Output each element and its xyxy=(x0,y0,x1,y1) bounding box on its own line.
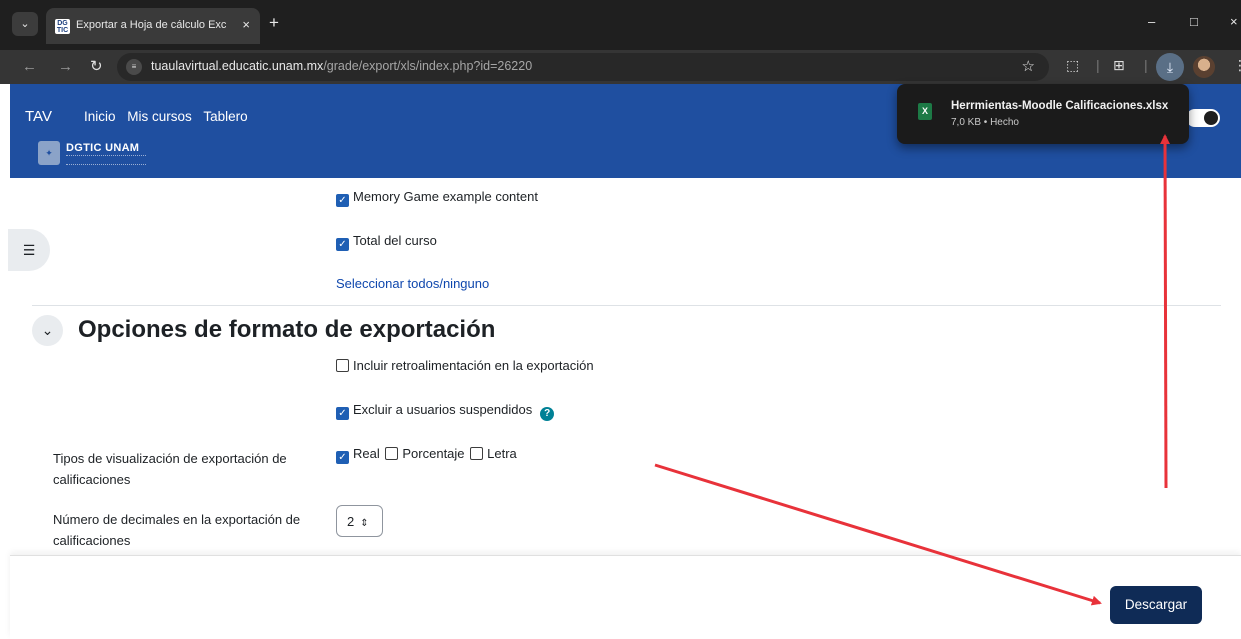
help-icon[interactable]: ? xyxy=(540,407,555,421)
excel-file-icon: X xyxy=(918,103,932,120)
back-icon[interactable]: ← xyxy=(22,58,37,75)
course-index-icon[interactable]: ☰ xyxy=(8,229,50,271)
logo-subtitle xyxy=(66,155,146,165)
extensions-icon[interactable]: ⬚ xyxy=(1066,57,1079,74)
nav-mis-cursos[interactable]: Mis cursos xyxy=(127,109,192,124)
exclude-suspended-label: Excluir a usuarios suspendidos xyxy=(353,402,533,417)
section-title: Opciones de formato de exportación xyxy=(78,316,496,343)
url-domain: tuaulavirtual.educatic.unam.mx xyxy=(151,59,324,73)
download-file-name[interactable]: Herrmientas-Moodle Calificaciones.xlsx xyxy=(951,100,1168,112)
download-bubble[interactable]: X Herrmientas-Moodle Calificaciones.xlsx… xyxy=(897,84,1189,144)
toolbar-separator: | xyxy=(1144,57,1148,73)
checkbox-unchecked-icon[interactable] xyxy=(336,359,349,372)
tab-title: Exportar a Hoja de cálculo Excel xyxy=(76,19,226,31)
minimize-button[interactable]: – xyxy=(1148,14,1155,29)
checkbox-checked-icon[interactable]: ✓ xyxy=(336,407,349,420)
select-all-none-link[interactable]: Seleccionar todos/ninguno xyxy=(336,276,489,291)
edit-mode-toggle[interactable] xyxy=(1186,109,1220,127)
item-checkbox[interactable]: ✓ Total del curso xyxy=(336,233,437,251)
download-button[interactable]: Descargar xyxy=(1110,586,1202,624)
logo-title: DGTIC UNAM xyxy=(66,142,140,154)
collapse-chevron-icon[interactable]: ⌄ xyxy=(32,315,63,346)
forward-icon[interactable]: → xyxy=(58,58,73,75)
browser-tab-bar: ⌄ DG TIC Exportar a Hoja de cálculo Exce… xyxy=(0,0,1241,50)
toolbar-separator: | xyxy=(1096,57,1100,73)
download-meta: 7,0 KB • Hecho xyxy=(951,117,1019,128)
browser-tab[interactable]: DG TIC Exportar a Hoja de cálculo Excel … xyxy=(46,8,260,44)
checkbox-checked-icon[interactable]: ✓ xyxy=(336,194,349,207)
page-edge xyxy=(0,84,10,639)
item-label: Memory Game example content xyxy=(353,189,538,204)
include-feedback-checkbox[interactable]: Incluir retroalimentación en la exportac… xyxy=(336,358,594,373)
select-arrows-icon: ⇕ xyxy=(360,518,369,529)
maximize-button[interactable]: □ xyxy=(1190,14,1198,29)
nav-tablero[interactable]: Tablero xyxy=(203,109,247,124)
dgtic-logo: ✦ DGTIC UNAM xyxy=(38,139,148,169)
display-type-label: Porcentaje xyxy=(402,446,465,461)
primary-nav: Inicio Mis cursos Tablero xyxy=(84,109,256,124)
menu-kebab-icon[interactable]: ⋮ xyxy=(1233,57,1241,74)
translate-icon[interactable]: ⊞ xyxy=(1113,57,1125,74)
reload-icon[interactable]: ↻ xyxy=(90,58,103,75)
tab-search-button[interactable]: ⌄ xyxy=(12,12,38,36)
checkbox-checked-icon[interactable]: ✓ xyxy=(336,451,349,464)
url-path: /grade/export/xls/index.php?id=26220 xyxy=(323,59,533,73)
bookmark-star-icon[interactable]: ☆ xyxy=(1022,57,1035,75)
new-tab-button[interactable]: + xyxy=(269,14,279,31)
unam-seal-icon: ✦ xyxy=(38,141,60,165)
decimals-select[interactable]: 2 ⇕ xyxy=(336,505,383,537)
site-brand[interactable]: TAV xyxy=(25,108,52,125)
display-types-group: ✓ Real Porcentaje Letra xyxy=(336,446,517,464)
checkbox-unchecked-icon[interactable] xyxy=(470,447,484,460)
profile-avatar[interactable] xyxy=(1193,56,1215,78)
section-divider xyxy=(32,305,1221,306)
display-type-label: Real xyxy=(353,446,380,461)
decimals-value: 2 xyxy=(347,514,355,529)
url-text[interactable]: tuaulavirtual.educatic.unam.mx/grade/exp… xyxy=(151,59,532,73)
sticky-footer xyxy=(10,555,1241,639)
item-checkbox[interactable]: ✓ Memory Game example content xyxy=(336,189,538,207)
display-type-label: Letra xyxy=(487,446,517,461)
address-bar[interactable]: ≡ tuaulavirtual.educatic.unam.mx/grade/e… xyxy=(117,53,1049,81)
downloads-icon[interactable]: ⤓ xyxy=(1156,53,1184,81)
browser-toolbar: ← → ↻ ≡ tuaulavirtual.educatic.unam.mx/g… xyxy=(0,50,1241,84)
decimals-label: Número de decimales en la exportación de… xyxy=(53,512,301,548)
display-types-label: Tipos de visualización de exportación de… xyxy=(53,451,287,487)
close-window-button[interactable]: × xyxy=(1230,14,1238,29)
nav-inicio[interactable]: Inicio xyxy=(84,109,116,124)
include-feedback-label: Incluir retroalimentación en la exportac… xyxy=(353,358,594,373)
site-settings-icon[interactable]: ≡ xyxy=(126,59,142,75)
checkbox-unchecked-icon[interactable] xyxy=(385,447,399,460)
dgtic-favicon-icon: DG TIC xyxy=(55,19,70,34)
tab-close-icon[interactable]: × xyxy=(242,17,250,32)
item-label: Total del curso xyxy=(353,233,437,248)
exclude-suspended-checkbox[interactable]: ✓ Excluir a usuarios suspendidos? xyxy=(336,402,555,421)
checkbox-checked-icon[interactable]: ✓ xyxy=(336,238,349,251)
